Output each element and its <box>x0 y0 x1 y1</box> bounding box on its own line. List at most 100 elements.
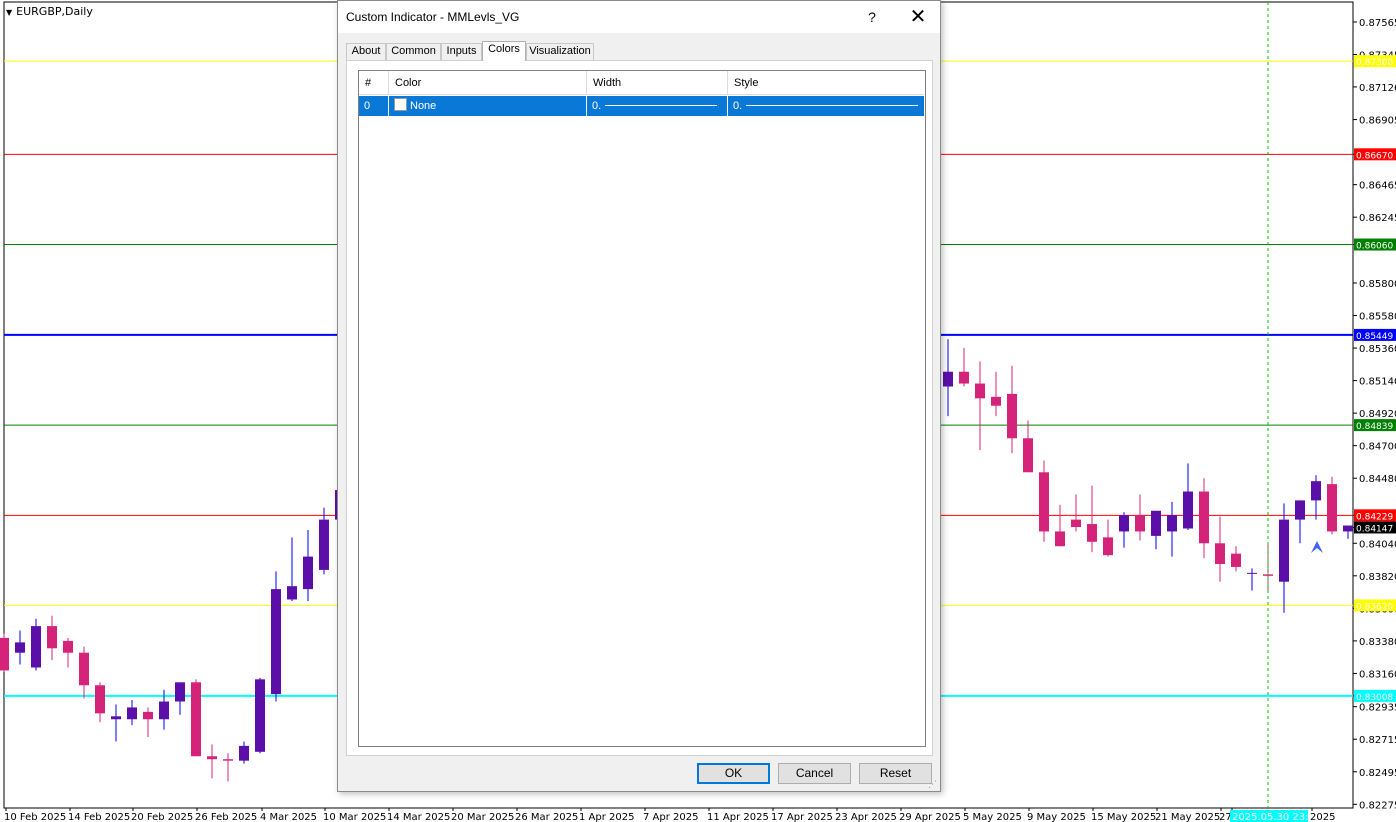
dialog-title: Custom Indicator - MMLevls_VG <box>346 10 520 24</box>
candle-body <box>207 756 217 760</box>
current-price-label: 0.84147 <box>1356 524 1393 534</box>
price-axis-label: 0.83380 <box>1359 637 1396 648</box>
price-axis-label: 0.84700 <box>1359 442 1396 453</box>
table-row[interactable]: 0 None 0. 0. <box>359 96 924 116</box>
tab-visualization[interactable]: Visualization <box>526 43 594 60</box>
close-icon[interactable]: ✕ <box>905 5 931 29</box>
level-price-tag-label: 0.84229 <box>1356 512 1393 522</box>
date-axis-label: 2025 <box>1310 812 1335 822</box>
price-axis-label: 0.86245 <box>1359 213 1396 224</box>
candle-body <box>1167 515 1177 532</box>
date-axis-label: 9 May 2025 <box>1027 812 1086 822</box>
color-swatch[interactable] <box>394 98 407 111</box>
level-price-tag-label: 0.87300 <box>1356 58 1393 68</box>
level-price-tag-label: 0.83620 <box>1356 602 1393 612</box>
header-index[interactable]: # <box>359 71 389 95</box>
candle-body <box>1295 500 1305 520</box>
reset-button[interactable]: Reset <box>859 763 932 784</box>
price-axis-label: 0.85360 <box>1359 344 1396 355</box>
date-axis-label: 23 Apr 2025 <box>835 812 897 822</box>
candle-body <box>1279 519 1289 582</box>
date-axis-label: 11 Apr 2025 <box>707 812 769 822</box>
header-style[interactable]: Style <box>728 71 924 95</box>
date-axis-label: 14 Feb 2025 <box>68 812 130 822</box>
price-axis-label: 0.83820 <box>1359 572 1396 583</box>
tab-inputs[interactable]: Inputs <box>441 43 482 60</box>
candle-body <box>95 685 105 714</box>
date-axis-label: 4 Mar 2025 <box>260 812 317 822</box>
date-axis-label: 20 Mar 2025 <box>451 812 514 822</box>
price-axis-label: 0.83160 <box>1359 669 1396 680</box>
price-axis-label: 0.85140 <box>1359 377 1396 388</box>
width-line-sample <box>605 105 717 106</box>
candle-body <box>1135 515 1145 532</box>
colors-grid[interactable]: # Color Width Style 0 None 0. 0. <box>358 70 926 747</box>
candle-body <box>15 642 25 653</box>
level-price-tag-label: 0.85449 <box>1356 332 1393 342</box>
row-color-value: None <box>410 100 437 112</box>
candle-body <box>143 711 153 720</box>
date-axis-label: 26 Mar 2025 <box>515 812 578 822</box>
tab-colors[interactable]: Colors <box>482 41 526 61</box>
candle-body <box>991 396 1001 406</box>
candle-body <box>1087 524 1097 542</box>
date-axis-label: 20 Feb 2025 <box>131 812 193 822</box>
candle-body <box>1215 543 1225 564</box>
tab-about[interactable]: About <box>346 43 386 60</box>
candle-body <box>303 556 313 590</box>
price-axis-label: 0.84040 <box>1359 539 1396 550</box>
row-color-cell[interactable]: None <box>389 96 587 116</box>
style-line-sample <box>746 105 918 106</box>
candle-body <box>1055 531 1065 547</box>
candle-body <box>1119 515 1129 532</box>
candle-body <box>1343 525 1353 532</box>
candle-body <box>255 679 265 752</box>
price-axis-label: 0.85800 <box>1359 279 1396 290</box>
candle-body <box>223 759 233 761</box>
candle-body <box>191 682 201 757</box>
candle-body <box>63 640 73 653</box>
candle-body <box>1231 553 1241 567</box>
price-axis-label: 0.86905 <box>1359 116 1396 127</box>
price-axis-label: 0.82715 <box>1359 735 1396 746</box>
header-width[interactable]: Width <box>587 71 728 95</box>
candle-body <box>319 519 329 570</box>
resize-grip-icon[interactable]: ⋰ <box>928 779 938 789</box>
candle-body <box>175 682 185 702</box>
header-color[interactable]: Color <box>389 71 587 95</box>
symbol-label: EURGBP,Daily <box>16 5 93 18</box>
chart-symbol-title: ▼ EURGBP,Daily <box>6 5 93 18</box>
date-axis-label: 26 Feb 2025 <box>195 812 257 822</box>
candle-body <box>943 371 953 387</box>
candle-body <box>127 707 137 720</box>
candle-body <box>79 652 89 686</box>
candle-body <box>159 701 169 720</box>
custom-indicator-dialog: Custom Indicator - MMLevls_VG ? ✕ About … <box>337 0 941 792</box>
chart-menu-triangle-icon[interactable]: ▼ <box>6 8 12 17</box>
candle-body <box>31 626 41 668</box>
cursor-date-label: 2025.05.30 23:30 <box>1232 812 1321 822</box>
candle-body <box>47 626 57 649</box>
candle-body <box>1327 484 1337 532</box>
tab-common[interactable]: Common <box>386 43 441 60</box>
grid-header: # Color Width Style <box>359 71 925 95</box>
cancel-button[interactable]: Cancel <box>778 763 851 784</box>
date-axis-label: 29 Apr 2025 <box>899 812 961 822</box>
price-axis-label: 0.84480 <box>1359 474 1396 485</box>
dialog-titlebar[interactable]: Custom Indicator - MMLevls_VG ? ✕ <box>338 1 940 33</box>
price-axis-label: 0.86465 <box>1359 181 1396 192</box>
price-axis-label: 0.82495 <box>1359 768 1396 779</box>
candle-body <box>1007 393 1017 439</box>
row-style-cell[interactable]: 0. <box>728 96 924 116</box>
colors-tab-panel: # Color Width Style 0 None 0. 0. <box>346 60 933 756</box>
candle-body <box>239 745 249 761</box>
level-price-tag-label: 0.83008 <box>1356 693 1393 703</box>
price-axis-label: 0.82275 <box>1359 800 1396 811</box>
candle-body <box>271 589 281 695</box>
date-axis-label: 21 May 2025 <box>1155 812 1220 822</box>
price-axis-label: 0.87565 <box>1359 18 1396 29</box>
row-width-cell[interactable]: 0. <box>587 96 728 116</box>
help-icon[interactable]: ? <box>860 7 884 27</box>
candle-body <box>287 586 297 600</box>
ok-button[interactable]: OK <box>697 763 770 784</box>
